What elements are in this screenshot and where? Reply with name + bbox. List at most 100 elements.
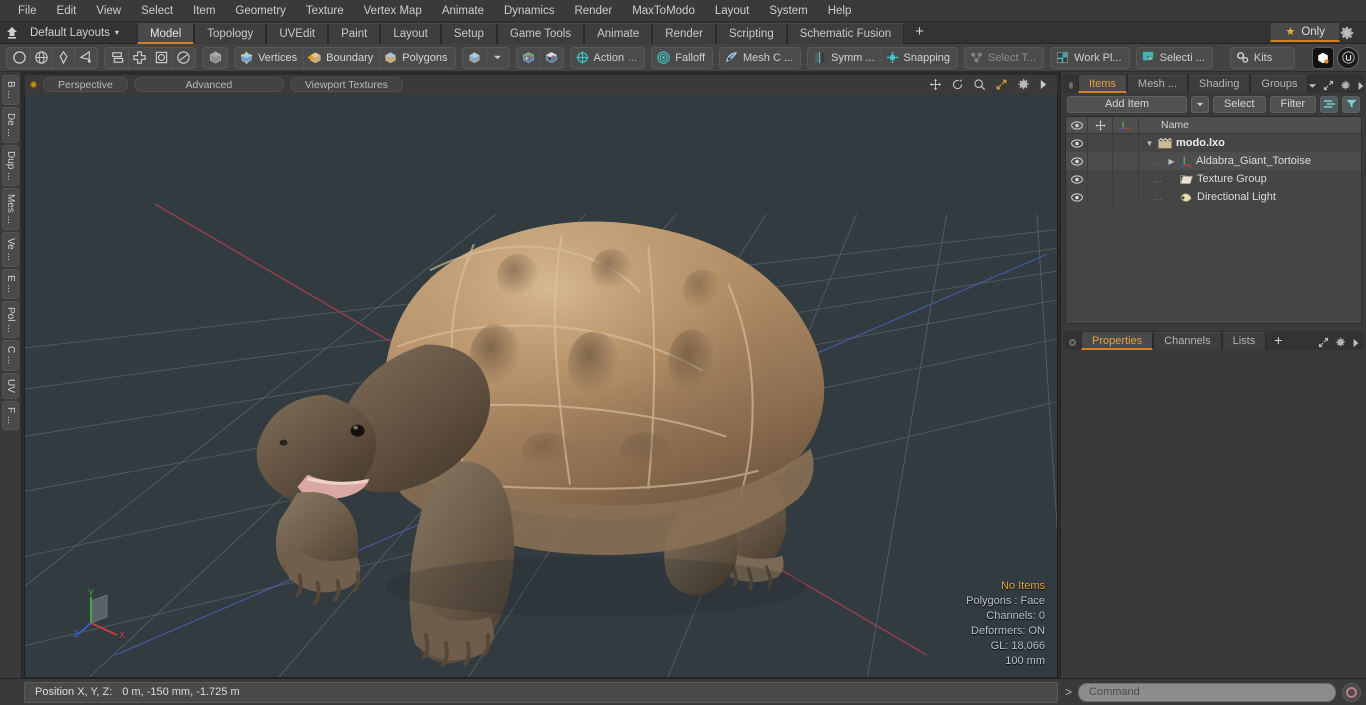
cross-box-icon[interactable] xyxy=(128,47,150,68)
selection-sets-button[interactable]: Selecti ... xyxy=(1135,46,1213,69)
tab-groups[interactable]: Groups xyxy=(1250,75,1309,93)
tab-mesh-ops[interactable]: Mesh ... xyxy=(1126,75,1189,93)
menu-item-file[interactable]: File xyxy=(8,0,47,22)
vtab-falloff[interactable]: F ... xyxy=(2,400,19,430)
table-row[interactable]: ▼ modo.lxo xyxy=(1066,134,1361,152)
gear-icon[interactable] xyxy=(1335,337,1346,348)
falloff-button[interactable]: Falloff xyxy=(651,46,714,69)
arrow-right-icon[interactable] xyxy=(1039,79,1048,90)
menu-item-system[interactable]: System xyxy=(759,0,817,22)
viewport-view-mode[interactable]: Perspective xyxy=(43,77,128,92)
row-name-cell[interactable]: … ▶ Aldabra_Giant_Tortoise xyxy=(1139,155,1361,167)
kits-button[interactable]: Kits xyxy=(1229,46,1296,69)
vtab-uv[interactable]: UV xyxy=(2,372,19,399)
unreal-logo-icon[interactable] xyxy=(1337,46,1359,69)
vtab-polygon[interactable]: Pol ... xyxy=(2,300,19,339)
viewport-shading-mode[interactable]: Advanced xyxy=(133,77,284,92)
table-row[interactable]: … Directional Light xyxy=(1066,188,1361,206)
snapping-button[interactable]: Snapping xyxy=(880,47,957,68)
vtab-edge[interactable]: E ... xyxy=(2,268,19,299)
cube-blue-small-icon[interactable] xyxy=(464,48,486,68)
circle-icon[interactable] xyxy=(8,48,30,68)
vtab-mesh-edit[interactable]: Mes ... xyxy=(2,188,19,231)
arrow-right-icon[interactable] xyxy=(1352,338,1360,348)
only-button[interactable]: ★ Only xyxy=(1270,23,1340,42)
polygons-mode-button[interactable]: Polygons xyxy=(379,47,453,68)
tab-scripting[interactable]: Scripting xyxy=(715,22,787,44)
tab-model[interactable]: Model xyxy=(136,22,195,44)
cube-gray-icon[interactable] xyxy=(204,48,226,68)
menu-item-edit[interactable]: Edit xyxy=(47,0,87,22)
vtab-deform[interactable]: De ... xyxy=(2,106,19,143)
axis-cube-icon[interactable] xyxy=(518,48,540,68)
menu-item-animate[interactable]: Animate xyxy=(432,0,494,22)
tab-setup[interactable]: Setup xyxy=(440,22,497,44)
expand-icon[interactable] xyxy=(1318,337,1329,348)
work-plane-button[interactable]: Work Pl... xyxy=(1050,46,1130,69)
modo-logo-icon[interactable] xyxy=(1312,46,1334,69)
tab-shading[interactable]: Shading xyxy=(1188,75,1251,93)
arrow-right-icon[interactable] xyxy=(1357,81,1365,91)
tab-channels[interactable]: Channels xyxy=(1153,332,1222,350)
tab-render[interactable]: Render xyxy=(652,22,716,44)
menu-item-render[interactable]: Render xyxy=(564,0,622,22)
3d-viewport[interactable]: X Y Z No Items Polygons : Face Channels:… xyxy=(24,94,1058,678)
action-center-button[interactable]: Action ... xyxy=(569,46,646,69)
pen-icon[interactable] xyxy=(52,47,74,68)
row-name-cell[interactable]: … Texture Group xyxy=(1139,173,1361,185)
menu-item-maxtomodo[interactable]: MaxToModo xyxy=(622,0,705,22)
axis-cube-alt-icon[interactable] xyxy=(539,47,562,68)
globe-icon[interactable] xyxy=(30,47,52,68)
select-button[interactable]: Select xyxy=(1212,95,1266,113)
tab-game-tools[interactable]: Game Tools xyxy=(496,22,585,44)
add-tab-button[interactable]: + xyxy=(904,23,935,44)
menu-item-vertex-map[interactable]: Vertex Map xyxy=(354,0,432,22)
maximize-icon[interactable] xyxy=(995,78,1008,91)
row-visibility-toggle[interactable] xyxy=(1066,170,1088,188)
vtab-command[interactable]: C ... xyxy=(2,340,19,371)
properties-menu-dot-icon[interactable] xyxy=(1069,339,1076,346)
vtab-vertex[interactable]: Ve ... xyxy=(2,232,19,267)
layout-selector[interactable]: Default Layouts ▾ xyxy=(24,27,123,39)
menu-item-texture[interactable]: Texture xyxy=(296,0,354,22)
vtab-basic[interactable]: B ... xyxy=(2,75,19,105)
record-icon[interactable] xyxy=(1342,682,1361,702)
add-properties-tab-button[interactable]: + xyxy=(1266,332,1290,350)
menu-item-geometry[interactable]: Geometry xyxy=(225,0,296,22)
stack-icon[interactable] xyxy=(106,48,128,68)
filter-button[interactable]: Filter xyxy=(1269,95,1316,113)
vertices-mode-button[interactable]: Vertices xyxy=(236,48,303,68)
boundary-mode-button[interactable]: Boundary xyxy=(303,47,379,68)
tab-uvedit[interactable]: UVEdit xyxy=(266,22,329,44)
list-icon[interactable] xyxy=(1320,95,1338,113)
tab-topology[interactable]: Topology xyxy=(194,22,267,44)
panel-menu-dot-icon[interactable] xyxy=(1069,82,1073,89)
viewport-menu-dot-icon[interactable] xyxy=(30,81,37,88)
square-circle-icon[interactable] xyxy=(150,47,172,68)
tab-items[interactable]: Items xyxy=(1078,75,1127,93)
expander-icon[interactable]: ▼ xyxy=(1145,139,1154,148)
mesh-constraint-button[interactable]: Mesh C ... xyxy=(719,46,802,69)
viewport-texture-mode[interactable]: Viewport Textures xyxy=(289,77,403,92)
curve-icon[interactable] xyxy=(74,47,96,68)
menu-item-view[interactable]: View xyxy=(86,0,131,22)
menu-item-help[interactable]: Help xyxy=(818,0,862,22)
tab-properties[interactable]: Properties xyxy=(1081,332,1154,350)
menu-item-item[interactable]: Item xyxy=(183,0,225,22)
chevron-down-icon[interactable] xyxy=(485,47,508,68)
gear-icon[interactable] xyxy=(1340,26,1362,40)
expander-icon[interactable]: ▶ xyxy=(1167,157,1176,166)
pan-icon[interactable] xyxy=(929,78,942,91)
home-up-icon[interactable] xyxy=(0,23,24,43)
gear-icon[interactable] xyxy=(1340,80,1351,91)
gear-icon[interactable] xyxy=(1017,78,1030,91)
tab-schematic-fusion[interactable]: Schematic Fusion xyxy=(786,22,905,44)
chevron-down-icon[interactable] xyxy=(1308,82,1317,90)
vtab-duplicate[interactable]: Dup ... xyxy=(2,144,19,187)
tab-lists[interactable]: Lists xyxy=(1221,332,1267,350)
row-visibility-toggle[interactable] xyxy=(1066,188,1088,206)
row-name-cell[interactable]: … Directional Light xyxy=(1139,191,1361,203)
row-visibility-toggle[interactable] xyxy=(1066,134,1088,152)
row-name-cell[interactable]: ▼ modo.lxo xyxy=(1139,137,1361,149)
item-list[interactable]: Name ▼ modo.lxo … ▶ Aldabra_Giant_Tortoi… xyxy=(1065,116,1362,324)
